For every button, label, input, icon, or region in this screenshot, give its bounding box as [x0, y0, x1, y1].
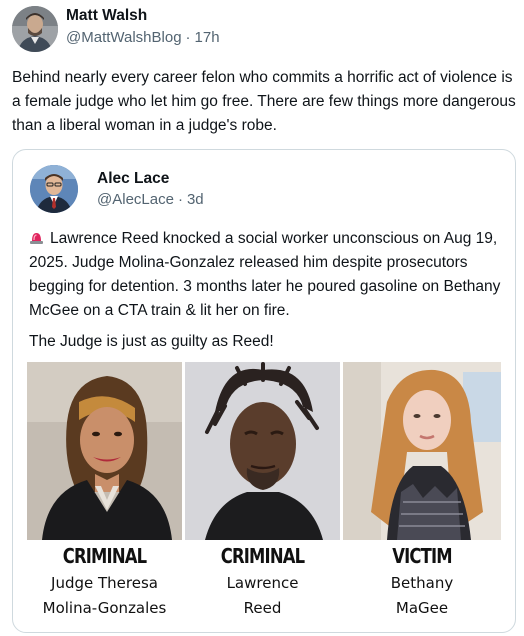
caption-title: CRIMINAL: [62, 544, 147, 568]
quoted-author-avatar[interactable]: [30, 165, 78, 213]
author-handle[interactable]: @MattWalshBlog: [66, 29, 182, 46]
mugshot-photo: [185, 362, 340, 540]
quoted-text-body: Lawrence Reed knocked a social worker un…: [29, 230, 501, 319]
quoted-author-name[interactable]: Alec Lace: [97, 170, 169, 188]
author-name[interactable]: Matt Walsh: [66, 7, 147, 25]
author-meta: @MattWalshBlog · 17h: [66, 29, 224, 46]
judge-photo: [27, 362, 182, 540]
caption-line-2: Reed: [243, 599, 282, 617]
quoted-media-image[interactable]: CRIMINAL Judge Theresa Molina-Gonzales C…: [27, 362, 501, 628]
quoted-author-handle[interactable]: @AlecLace: [97, 191, 174, 208]
quoted-post[interactable]: Alec Lace @AlecLace · 3d Lawrence Reed kno…: [12, 149, 516, 633]
post-time[interactable]: 17h: [195, 29, 220, 46]
quoted-author-meta: @AlecLace · 3d: [97, 191, 208, 208]
quoted-meta-separator: ·: [177, 191, 183, 208]
quoted-post-paragraph-2: The Judge is just as guilty as Reed!: [29, 333, 274, 350]
caption-line-1: Lawrence: [226, 574, 299, 592]
caption-title: VICTIM: [392, 544, 452, 568]
post: Matt Walsh @MattWalshBlog · 17h Behind nea…: [0, 0, 524, 636]
caption-line-2: Molina-Gonzales: [42, 599, 167, 617]
meta-separator: ·: [185, 29, 191, 46]
police-light-icon: [30, 233, 43, 244]
caption-victim: VICTIM Bethany MaGee: [343, 544, 501, 621]
quoted-post-paragraph: Lawrence Reed knocked a social worker un…: [29, 227, 507, 323]
caption-line-1: Judge Theresa: [51, 574, 158, 592]
post-text: Behind nearly every career felon who com…: [12, 69, 516, 134]
caption-criminal: CRIMINAL Lawrence Reed: [185, 544, 340, 621]
quoted-post-time[interactable]: 3d: [187, 191, 204, 208]
caption-title: CRIMINAL: [220, 544, 305, 568]
author-avatar[interactable]: [12, 6, 58, 52]
caption-line-2: MaGee: [395, 599, 449, 617]
quoted-post-text: Lawrence Reed knocked a social worker un…: [29, 227, 507, 361]
caption-judge: CRIMINAL Judge Theresa Molina-Gonzales: [27, 544, 182, 621]
victim-photo: [343, 362, 501, 540]
caption-line-1: Bethany: [390, 574, 454, 592]
